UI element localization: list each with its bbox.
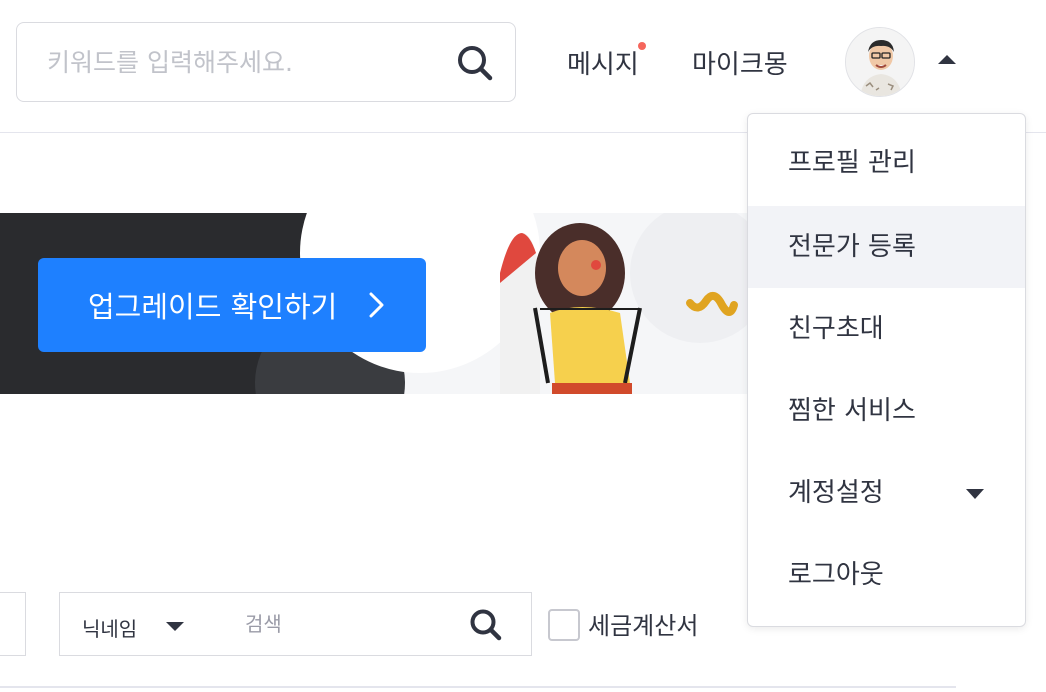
- new-message-dot: [638, 42, 646, 50]
- avatar-illustration: [846, 28, 914, 96]
- menu-item-account-settings[interactable]: 계정설정: [748, 452, 1025, 534]
- nickname-select[interactable]: 닉네임: [59, 592, 216, 656]
- account-settings-label: 계정설정: [788, 478, 884, 508]
- caret-up-icon[interactable]: [938, 55, 956, 64]
- tax-invoice-checkbox[interactable]: [548, 609, 580, 641]
- chevron-right-icon: [369, 292, 384, 318]
- caret-down-icon: [166, 622, 184, 631]
- filter-search-box[interactable]: [215, 592, 532, 656]
- header-search-input[interactable]: [47, 23, 437, 101]
- table-top-border: [0, 686, 956, 688]
- menu-item-expert-register[interactable]: 전문가 등록: [748, 206, 1025, 288]
- menu-item-wishlist[interactable]: 찜한 서비스: [748, 370, 1025, 452]
- upgrade-button[interactable]: 업그레이드 확인하기: [38, 258, 426, 352]
- filter-search-input[interactable]: [245, 593, 465, 655]
- left-filter-box[interactable]: [0, 592, 26, 656]
- nav-mykmong-link[interactable]: 마이크몽: [692, 44, 788, 81]
- search-icon[interactable]: [455, 43, 495, 83]
- header-search-box[interactable]: [16, 22, 516, 102]
- menu-item-profile[interactable]: 프로필 관리: [748, 122, 1025, 204]
- caret-down-icon: [966, 489, 984, 499]
- menu-item-invite-friends[interactable]: 친구초대: [748, 288, 1025, 370]
- search-icon[interactable]: [468, 607, 504, 643]
- profile-dropdown-menu: 프로필 관리 전문가 등록 친구초대 찜한 서비스 계정설정 로그아웃: [747, 113, 1026, 627]
- avatar[interactable]: [845, 27, 915, 97]
- nickname-select-value: 닉네임: [82, 617, 138, 641]
- tax-invoice-label: 세금계산서: [588, 612, 699, 640]
- menu-item-logout[interactable]: 로그아웃: [748, 534, 1025, 616]
- upgrade-button-label: 업그레이드 확인하기: [88, 290, 338, 324]
- nav-message-link[interactable]: 메시지: [567, 44, 639, 81]
